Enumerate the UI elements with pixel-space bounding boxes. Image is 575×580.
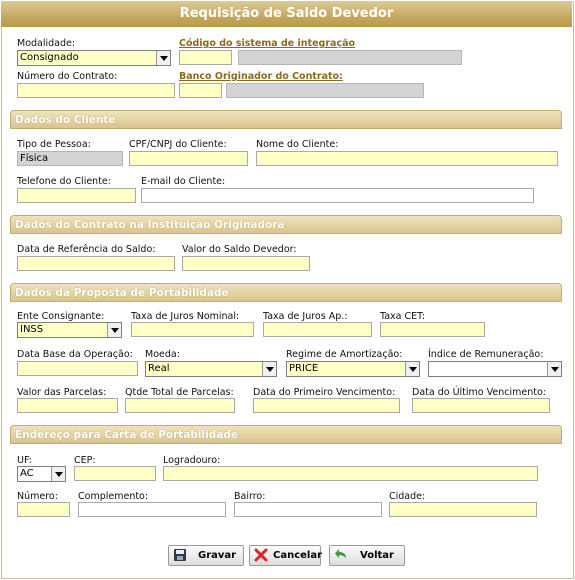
valor-saldo-label: Valor do Saldo Devedor:: [182, 244, 297, 255]
bairro-label: Bairro:: [234, 491, 266, 502]
moeda-value: Real: [148, 363, 170, 374]
nome-label: Nome do Cliente:: [256, 139, 339, 150]
regime-amortizacao-value: PRICE: [289, 363, 319, 374]
data-primeiro-vencimento-label: Data do Primeiro Vencimento:: [253, 387, 396, 398]
uf-label: UF:: [17, 455, 32, 466]
tipo-pessoa-field: Física: [17, 151, 123, 166]
cep-input[interactable]: [74, 466, 156, 481]
numero-contrato-input[interactable]: [17, 83, 175, 98]
tipo-pessoa-label: Tipo de Pessoa:: [17, 139, 91, 150]
regime-amortizacao-label: Regime de Amortização:: [286, 349, 403, 360]
data-ultimo-vencimento-label: Data do Último Vencimento:: [412, 387, 546, 398]
ente-consignante-select[interactable]: INSS: [17, 322, 122, 338]
data-referencia-label: Data de Referência do Saldo:: [17, 244, 156, 255]
logradouro-input[interactable]: [163, 466, 538, 481]
complemento-label: Complemento:: [78, 491, 149, 502]
cancelar-button[interactable]: Cancelar: [249, 545, 323, 566]
dropdown-arrow-icon: [262, 362, 276, 376]
dropdown-arrow-icon: [107, 323, 121, 337]
banco-originador-desc-field: [226, 83, 424, 98]
cancelar-label: Cancelar: [273, 550, 323, 561]
codigo-sistema-link[interactable]: Código do sistema de integração: [179, 38, 355, 49]
save-icon: [174, 549, 186, 561]
taxa-ap-input[interactable]: [263, 322, 372, 337]
logradouro-label: Logradouro:: [163, 455, 221, 466]
moeda-select[interactable]: Real: [145, 361, 277, 377]
gravar-label: Gravar: [198, 550, 237, 561]
numero-label: Número:: [17, 491, 58, 502]
dropdown-arrow-icon: [547, 362, 561, 376]
taxa-cet-label: Taxa CET:: [380, 311, 426, 322]
cidade-label: Cidade:: [389, 491, 426, 502]
cpf-label: CPF/CNPJ do Cliente:: [129, 139, 227, 150]
section-endereco: Endereço para Carta de Portabilidade: [10, 425, 562, 444]
gravar-button[interactable]: Gravar: [168, 545, 244, 566]
taxa-nominal-input[interactable]: [131, 322, 254, 337]
cpf-input[interactable]: [129, 151, 248, 166]
indice-remuneracao-label: Índice de Remuneração:: [428, 349, 544, 360]
moeda-label: Moeda:: [145, 349, 180, 360]
uf-value: AC: [20, 468, 34, 479]
voltar-button[interactable]: Voltar: [329, 545, 405, 566]
complemento-input[interactable]: [78, 502, 226, 517]
data-primeiro-vencimento-input[interactable]: [253, 398, 400, 413]
taxa-ap-label: Taxa de Juros Ap.:: [263, 311, 348, 322]
qtde-parcelas-label: Qtde Total de Parcelas:: [125, 387, 234, 398]
section-dados-proposta: Dados da Proposta de Portabilidade: [10, 283, 562, 302]
data-base-label: Data Base da Operação:: [17, 349, 133, 360]
email-input[interactable]: [141, 188, 534, 203]
modalidade-value: Consignado: [20, 52, 79, 63]
cidade-input[interactable]: [389, 502, 537, 517]
valor-parcelas-input[interactable]: [17, 398, 118, 413]
section-dados-contrato: Dados do Contrato na Instituição Origina…: [10, 215, 562, 234]
window-title: Requisição de Saldo Devedor: [1, 1, 572, 27]
uf-select[interactable]: AC: [17, 466, 66, 482]
data-base-input[interactable]: [17, 361, 138, 376]
data-referencia-input[interactable]: [17, 256, 175, 271]
telefone-label: Telefone do Cliente:: [17, 176, 111, 187]
section-dados-cliente: Dados do Cliente: [10, 110, 562, 129]
numero-input[interactable]: [17, 502, 70, 517]
modalidade-label: Modalidade:: [17, 38, 76, 49]
bairro-input[interactable]: [234, 502, 382, 517]
back-arrow-icon: [335, 549, 346, 558]
banco-originador-link[interactable]: Banco Originador do Contrato:: [179, 71, 343, 82]
banco-originador-input[interactable]: [179, 83, 222, 98]
dropdown-arrow-icon: [405, 362, 419, 376]
qtde-parcelas-input[interactable]: [125, 398, 235, 413]
modalidade-select[interactable]: Consignado: [17, 50, 171, 66]
data-ultimo-vencimento-input[interactable]: [412, 398, 550, 413]
indice-remuneracao-select[interactable]: [428, 361, 562, 377]
regime-amortizacao-select[interactable]: PRICE: [286, 361, 420, 377]
cancel-icon: [254, 548, 268, 562]
valor-saldo-input[interactable]: [182, 256, 310, 271]
dropdown-arrow-icon: [51, 467, 65, 481]
numero-contrato-label: Número do Contrato:: [17, 71, 118, 82]
taxa-cet-input[interactable]: [380, 322, 485, 337]
email-label: E-mail do Cliente:: [141, 176, 226, 187]
telefone-input[interactable]: [17, 188, 136, 203]
voltar-label: Voltar: [360, 550, 394, 561]
nome-input[interactable]: [256, 151, 558, 166]
codigo-sistema-input[interactable]: [179, 50, 232, 65]
dropdown-arrow-icon: [156, 51, 170, 65]
taxa-nominal-label: Taxa de Juros Nominal:: [131, 311, 240, 322]
valor-parcelas-label: Valor das Parcelas:: [17, 387, 107, 398]
cep-label: CEP:: [74, 455, 96, 466]
ente-consignante-value: INSS: [20, 324, 44, 335]
codigo-sistema-desc-field: [238, 50, 462, 65]
ente-consignante-label: Ente Consignante:: [17, 311, 105, 322]
